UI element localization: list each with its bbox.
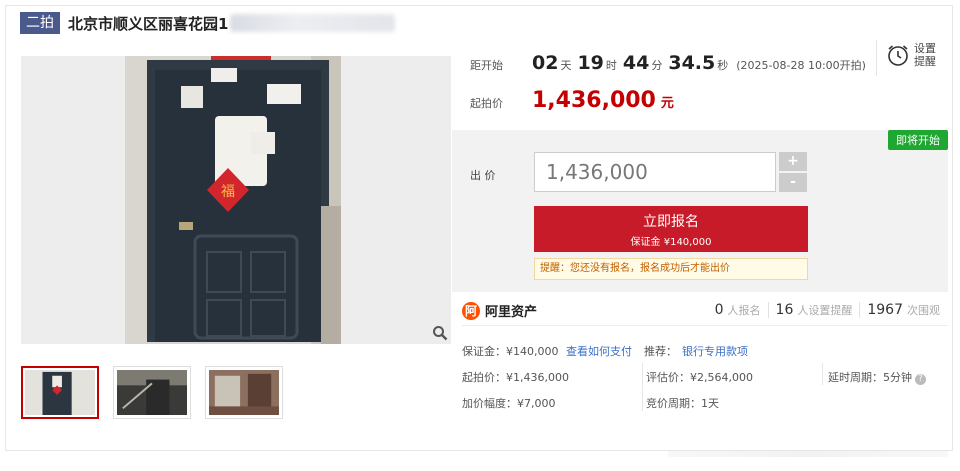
page-title: 北京市顺义区丽喜花园1 — [68, 14, 229, 33]
view-count: 1967 — [867, 302, 903, 318]
thumbnail-hallway[interactable] — [205, 366, 283, 419]
countdown-seconds: 34.5 — [668, 52, 716, 74]
decrease-bid-button[interactable]: - — [779, 173, 807, 192]
signup-count-label: 人报名 — [727, 304, 761, 317]
countdown-days: 02 — [532, 52, 559, 74]
reminder-count: 16 — [775, 302, 794, 318]
start-price-detail: 起拍价：¥1,436,000 — [462, 371, 569, 384]
signup-count: 0 — [714, 302, 724, 318]
countdown-hours-unit: 时 — [605, 59, 617, 72]
coming-soon-badge: 即将开始 — [888, 130, 948, 150]
bid-cycle-detail: 竞价周期：1天 — [646, 397, 719, 410]
reminder-label: 设置 提醒 — [914, 42, 938, 68]
bid-label: 出 价 — [470, 169, 496, 182]
svg-text:福: 福 — [221, 184, 235, 200]
set-reminder-button[interactable]: 设置 提醒 — [886, 42, 938, 68]
redacted-title-text — [230, 14, 396, 32]
countdown-days-unit: 天 — [560, 59, 572, 72]
stat-divider — [767, 302, 769, 318]
detail-divider — [822, 363, 823, 385]
remind-divider — [876, 40, 877, 76]
countdown-minutes: 44 — [622, 52, 650, 74]
bid-panel: 即将开始 出 价 1,436,000 + - 立即报名 保证金 ¥140,000… — [452, 130, 948, 292]
signup-button[interactable]: 立即报名 保证金 ¥140,000 — [534, 206, 808, 252]
how-to-pay-link[interactable]: 查看如何支付 — [566, 343, 632, 359]
question-circle-icon[interactable]: ? — [915, 374, 926, 385]
detail-divider — [642, 363, 643, 411]
start-time-note: (2025-08-28 10:00开拍) — [736, 59, 866, 72]
view-count-label: 次围观 — [907, 304, 940, 317]
bid-amount-input[interactable]: 1,436,000 — [534, 152, 776, 192]
brand-name: 阿里资产 — [485, 305, 538, 320]
brand-row: 阿 阿里资产 0 人报名 16 人设置提醒 1967 次围观 — [462, 296, 948, 326]
bid-stepper: + - — [779, 152, 807, 192]
starting-price-unit: 元 — [660, 96, 674, 111]
countdown-row: 距开始 02 天 19 时 44 分 34.5 秒 (2025-08-28 10… — [470, 52, 866, 74]
reminder-count-label: 人设置提醒 — [797, 304, 853, 317]
increment-detail: 加价幅度：¥7,000 — [462, 397, 556, 410]
stat-divider — [859, 302, 861, 318]
signup-deposit-note: 保证金 ¥140,000 — [630, 237, 712, 248]
increase-bid-button[interactable]: + — [779, 152, 807, 171]
ali-assets-logo-icon: 阿 — [462, 301, 480, 320]
title-row: 二拍 北京市顺义区丽喜花园1 — [20, 11, 396, 35]
countdown-label: 距开始 — [470, 59, 503, 72]
delay-period-text: 延时周期：5分钟 — [828, 371, 912, 384]
door-photo-image: 福 — [21, 56, 451, 344]
starting-price-value: 1,436,000 — [532, 88, 656, 113]
recommend-label: 推荐： — [644, 345, 677, 358]
reminder-label-line2: 提醒 — [914, 55, 936, 68]
countdown-seconds-unit: 秒 — [717, 59, 729, 72]
auction-stats: 0 人报名 16 人设置提醒 1967 次围观 — [715, 302, 940, 318]
deposit-text: 保证金：¥140,000 — [462, 345, 559, 358]
thumbnail-stairwell[interactable] — [113, 366, 191, 419]
bank-payment-link[interactable]: 银行专用款项 — [682, 343, 748, 359]
main-photo[interactable]: 福 — [21, 56, 451, 344]
appraisal-detail: 评估价：¥2,564,000 — [646, 371, 753, 384]
starting-price-label: 起拍价 — [470, 97, 503, 110]
delay-period-detail: 延时周期：5分钟? — [828, 369, 926, 385]
round-tag: 二拍 — [20, 12, 60, 34]
countdown-minutes-unit: 分 — [651, 59, 663, 72]
thumbnail-door[interactable] — [21, 366, 99, 419]
alarm-clock-icon — [888, 45, 908, 66]
magnifier-icon[interactable] — [432, 325, 448, 341]
starting-price-row: 起拍价 1,436,000 元 — [470, 88, 674, 113]
faint-footer-strip — [668, 451, 948, 457]
signup-button-label: 立即报名 — [643, 214, 699, 230]
countdown-hours: 19 — [577, 52, 604, 74]
thumbnail-strip — [21, 366, 283, 419]
signup-tip: 提醒：您还没有报名，报名成功后才能出价 — [534, 258, 808, 280]
reminder-label-line1: 设置 — [914, 42, 936, 55]
